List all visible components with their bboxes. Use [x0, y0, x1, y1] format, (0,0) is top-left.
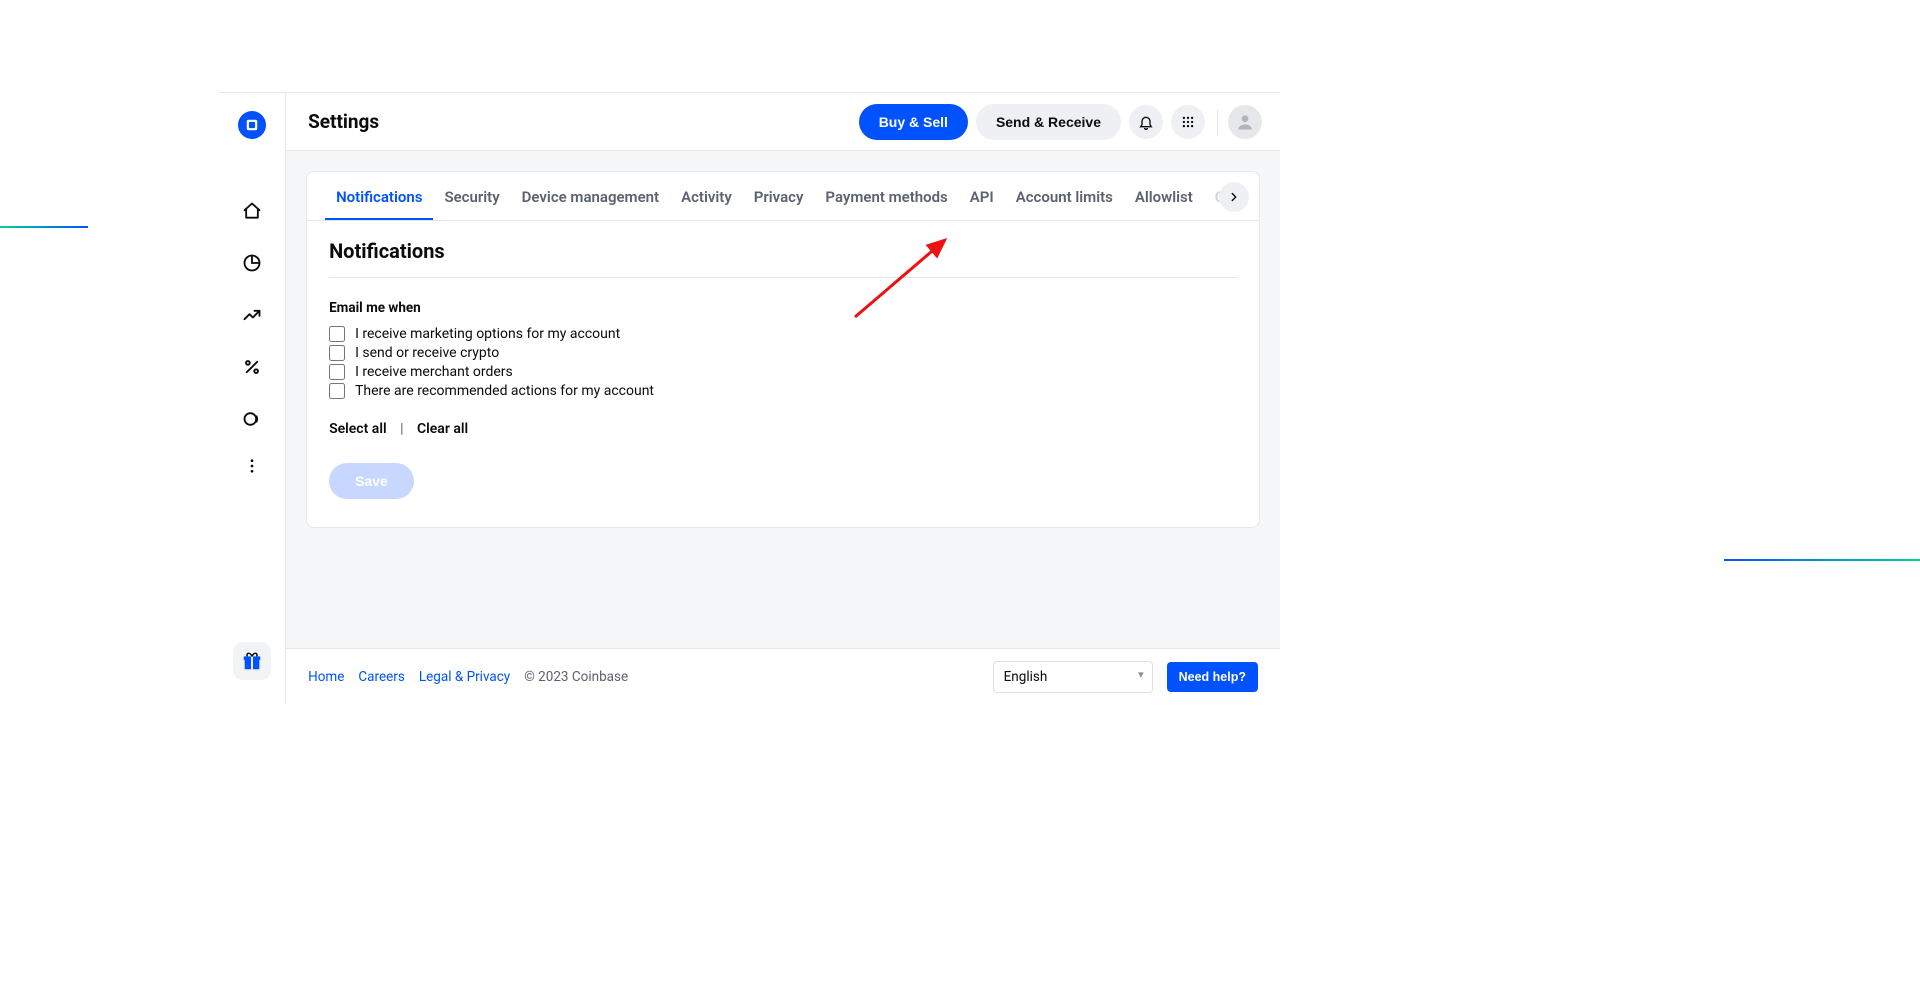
pie-chart-icon[interactable]: [241, 252, 263, 274]
checkbox-recommended[interactable]: [329, 383, 345, 399]
checkbox-row-marketing[interactable]: I receive marketing options for my accou…: [329, 326, 1237, 342]
buy-sell-button[interactable]: Buy & Sell: [859, 104, 968, 140]
gift-icon[interactable]: [233, 642, 271, 680]
tab-allowlist[interactable]: Allowlist: [1124, 172, 1204, 220]
tab-api[interactable]: API: [959, 172, 1005, 220]
save-button[interactable]: Save: [329, 463, 414, 499]
clear-all-link[interactable]: Clear all: [417, 421, 468, 437]
select-all-link[interactable]: Select all: [329, 421, 387, 437]
send-receive-button[interactable]: Send & Receive: [976, 104, 1121, 140]
footer-careers-link[interactable]: Careers: [358, 669, 404, 685]
settings-card: Notifications Security Device management…: [306, 171, 1260, 528]
footer: Home Careers Legal & Privacy © 2023 Coin…: [286, 648, 1280, 704]
tab-privacy[interactable]: Privacy: [743, 172, 815, 220]
tab-notifications[interactable]: Notifications: [325, 172, 433, 220]
checkbox-merchant[interactable]: [329, 364, 345, 380]
apps-grid-icon[interactable]: [1171, 105, 1205, 139]
main-column: Settings Buy & Sell Send & Receive Notif…: [286, 93, 1280, 704]
checkbox-marketing[interactable]: [329, 326, 345, 342]
checkbox-row-merchant[interactable]: I receive merchant orders: [329, 364, 1237, 380]
need-help-button[interactable]: Need help?: [1167, 662, 1258, 692]
page-title: Settings: [308, 110, 859, 133]
more-vertical-icon[interactable]: [241, 455, 263, 477]
checkbox-label: There are recommended actions for my acc…: [355, 383, 654, 399]
checkbox-send-receive[interactable]: [329, 345, 345, 361]
footer-copyright: © 2023 Coinbase: [524, 669, 628, 685]
percent-icon[interactable]: [241, 356, 263, 378]
coinbase-logo-icon[interactable]: [238, 111, 266, 139]
language-selected: English: [1004, 669, 1048, 685]
left-rail: [218, 93, 286, 704]
topbar: Settings Buy & Sell Send & Receive: [286, 93, 1280, 151]
tabs-scroll-right-button[interactable]: [1219, 182, 1249, 212]
settings-tabs: Notifications Security Device management…: [307, 172, 1259, 221]
home-icon[interactable]: [241, 200, 263, 222]
checkbox-label: I send or receive crypto: [355, 345, 499, 361]
notifications-panel: Notifications Email me when I receive ma…: [307, 221, 1259, 527]
divider: [1217, 109, 1218, 135]
checkbox-label: I receive merchant orders: [355, 364, 513, 380]
avatar[interactable]: [1228, 105, 1262, 139]
separator: |: [400, 421, 403, 437]
decorative-edge-right: [1724, 559, 1920, 561]
footer-home-link[interactable]: Home: [308, 669, 344, 685]
checkbox-label: I receive marketing options for my accou…: [355, 326, 620, 342]
tab-account-limits[interactable]: Account limits: [1005, 172, 1124, 220]
email-subhead: Email me when: [329, 300, 1237, 316]
app-frame: Settings Buy & Sell Send & Receive Notif…: [218, 92, 1280, 704]
tab-security[interactable]: Security: [433, 172, 510, 220]
panel-heading: Notifications: [329, 239, 1237, 278]
language-select[interactable]: English: [993, 661, 1153, 693]
checkbox-row-send-receive[interactable]: I send or receive crypto: [329, 345, 1237, 361]
content-area: Notifications Security Device management…: [286, 151, 1280, 648]
select-clear-row: Select all | Clear all: [329, 421, 1237, 437]
decorative-edge-left: [0, 226, 88, 228]
circle-dot-icon[interactable]: [241, 408, 263, 430]
footer-legal-link[interactable]: Legal & Privacy: [419, 669, 510, 685]
tab-device-management[interactable]: Device management: [511, 172, 670, 220]
tab-activity[interactable]: Activity: [670, 172, 743, 220]
trending-up-icon[interactable]: [241, 304, 263, 326]
checkbox-row-recommended[interactable]: There are recommended actions for my acc…: [329, 383, 1237, 399]
notifications-bell-icon[interactable]: [1129, 105, 1163, 139]
tab-payment-methods[interactable]: Payment methods: [814, 172, 958, 220]
